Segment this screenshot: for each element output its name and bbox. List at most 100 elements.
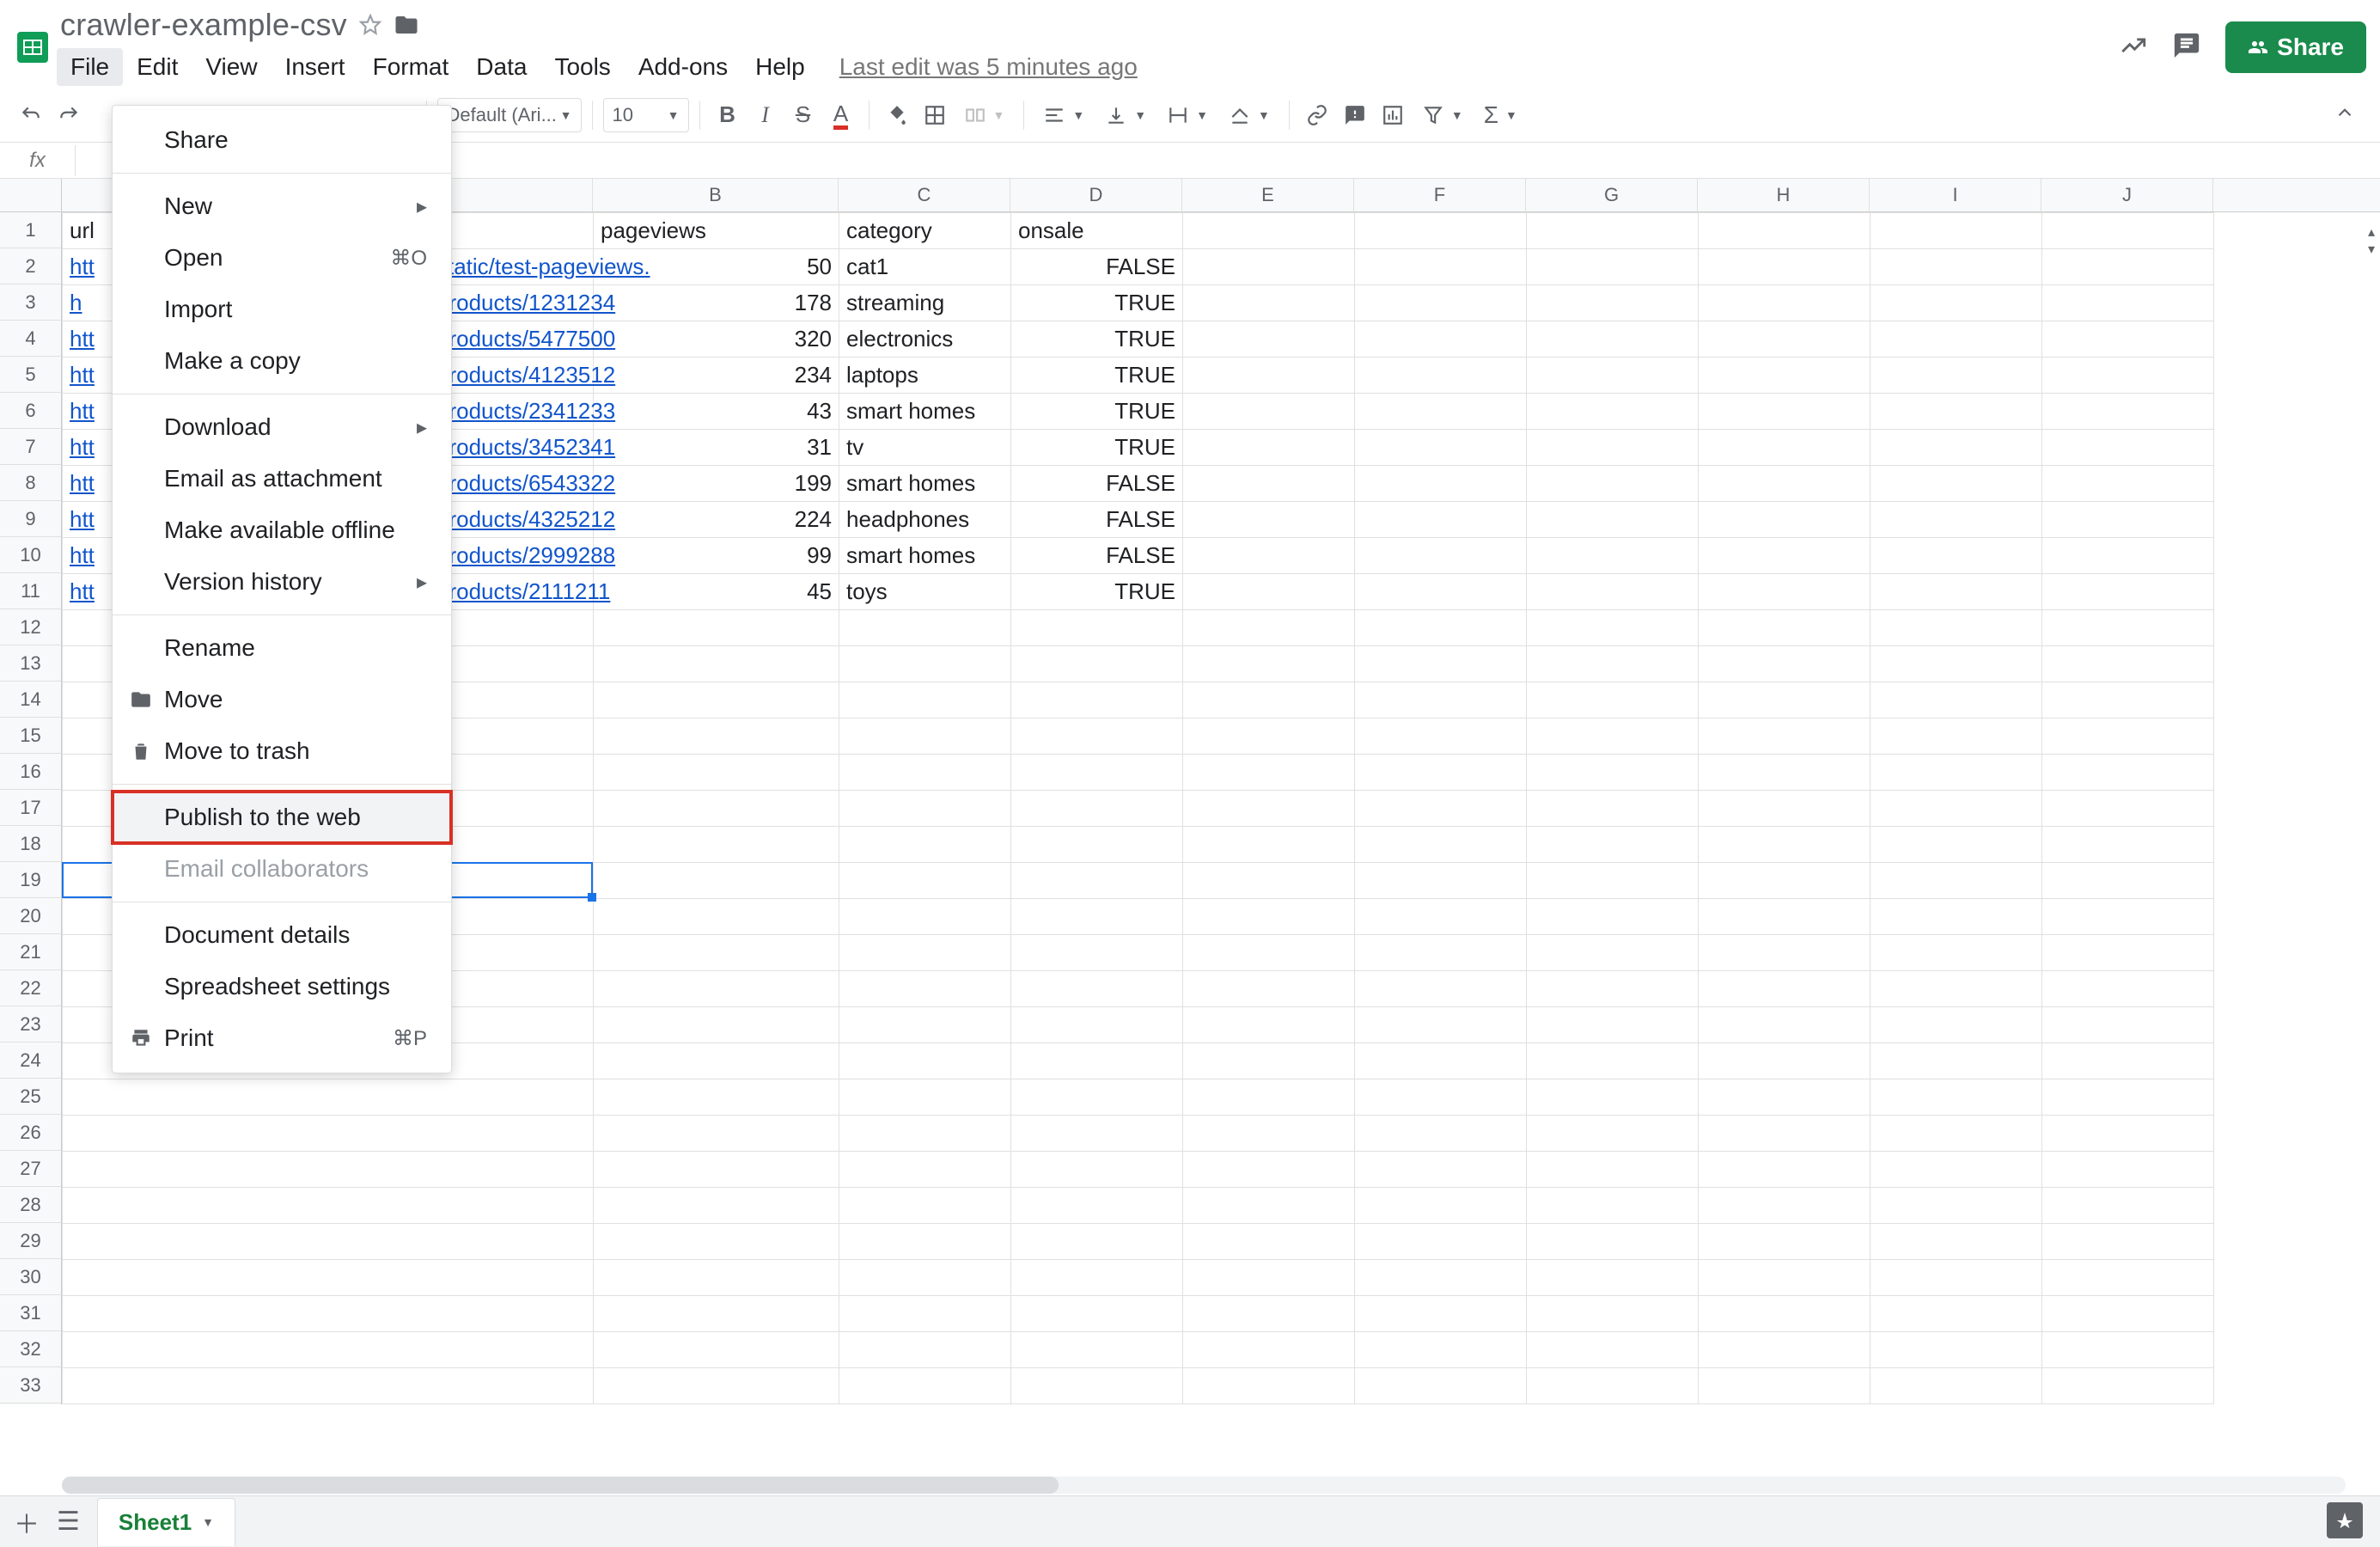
text-wrap-button[interactable]: ▼ [1158, 98, 1217, 132]
cell[interactable]: smart homes [839, 538, 1011, 574]
cell[interactable] [2042, 285, 2214, 321]
cell[interactable] [2042, 971, 2214, 1007]
explore-trend-icon[interactable] [2119, 31, 2148, 64]
cell[interactable] [1183, 538, 1355, 574]
cell[interactable] [1011, 682, 1183, 718]
cell[interactable] [2042, 502, 2214, 538]
cell[interactable] [2042, 899, 2214, 935]
sheets-logo[interactable] [10, 16, 55, 78]
cell[interactable] [1699, 1260, 1870, 1296]
cell[interactable] [1355, 430, 1527, 466]
file-menu-new[interactable]: New▸ [113, 180, 451, 232]
cell[interactable] [594, 791, 839, 827]
menu-tools[interactable]: Tools [540, 48, 624, 86]
cell[interactable] [1183, 610, 1355, 646]
file-menu-make-offline[interactable]: Make available offline [113, 504, 451, 556]
cell[interactable] [1870, 1188, 2042, 1224]
cell[interactable] [1183, 466, 1355, 502]
column-header[interactable]: G [1526, 179, 1698, 211]
cell[interactable] [2042, 1260, 2214, 1296]
redo-button[interactable] [52, 98, 86, 132]
cell[interactable] [1699, 791, 1870, 827]
cell[interactable] [1527, 574, 1699, 610]
cell[interactable] [1699, 1188, 1870, 1224]
cell[interactable] [1355, 285, 1527, 321]
cell[interactable] [1699, 827, 1870, 863]
row-header[interactable]: 24 [0, 1043, 61, 1079]
cell[interactable] [839, 899, 1011, 935]
row-header[interactable]: 30 [0, 1259, 61, 1295]
cell[interactable] [1183, 1368, 1355, 1404]
cell[interactable] [839, 1296, 1011, 1332]
cell[interactable] [1699, 538, 1870, 574]
cell[interactable] [63, 1116, 594, 1152]
cell[interactable] [1355, 249, 1527, 285]
cell[interactable] [1355, 935, 1527, 971]
cell[interactable] [1870, 1116, 2042, 1152]
share-button[interactable]: Share [2225, 21, 2366, 73]
cell[interactable] [1183, 1260, 1355, 1296]
cell[interactable] [1011, 1043, 1183, 1079]
cell[interactable] [594, 646, 839, 682]
cell[interactable] [594, 1188, 839, 1224]
cell[interactable] [1870, 682, 2042, 718]
file-menu-version-history[interactable]: Version history▸ [113, 556, 451, 608]
cell[interactable] [1011, 827, 1183, 863]
cell[interactable] [1870, 1079, 2042, 1116]
cell[interactable] [839, 718, 1011, 755]
select-all-corner[interactable] [0, 179, 62, 211]
cell[interactable] [1527, 1043, 1699, 1079]
horizontal-align-button[interactable]: ▼ [1034, 98, 1093, 132]
cell[interactable] [1355, 1079, 1527, 1116]
cell[interactable] [1183, 682, 1355, 718]
cell[interactable] [1699, 718, 1870, 755]
cell[interactable] [1527, 502, 1699, 538]
cell[interactable] [1870, 1368, 2042, 1404]
cell[interactable] [1870, 466, 2042, 502]
all-sheets-button[interactable]: ☰ [57, 1507, 80, 1537]
cell[interactable] [1870, 213, 2042, 249]
cell[interactable] [594, 1116, 839, 1152]
menu-format[interactable]: Format [359, 48, 463, 86]
cell[interactable] [63, 1368, 594, 1404]
text-color-button[interactable]: A [824, 98, 858, 132]
cell[interactable] [594, 1296, 839, 1332]
cell[interactable]: 320 [594, 321, 839, 358]
cell[interactable] [1870, 538, 2042, 574]
cell[interactable] [839, 646, 1011, 682]
cell[interactable]: tv [839, 430, 1011, 466]
cell[interactable] [839, 971, 1011, 1007]
cell[interactable] [1699, 394, 1870, 430]
row-header[interactable]: 10 [0, 537, 61, 573]
cell[interactable] [594, 1368, 839, 1404]
column-header[interactable]: I [1870, 179, 2041, 211]
cell[interactable]: 178 [594, 285, 839, 321]
row-header[interactable]: 27 [0, 1151, 61, 1187]
insert-chart-button[interactable] [1376, 98, 1410, 132]
cell[interactable] [1183, 321, 1355, 358]
insert-comment-button[interactable] [1338, 98, 1372, 132]
collapse-toolbar-button[interactable] [2334, 101, 2373, 129]
text-rotation-button[interactable]: ▼ [1220, 98, 1278, 132]
cell[interactable] [1527, 610, 1699, 646]
row-header[interactable]: 5 [0, 357, 61, 393]
cell[interactable] [1527, 1079, 1699, 1116]
cell[interactable] [1183, 899, 1355, 935]
cell[interactable] [594, 1043, 839, 1079]
cell[interactable] [1183, 827, 1355, 863]
column-header[interactable]: B [593, 179, 839, 211]
cell[interactable]: TRUE [1011, 358, 1183, 394]
cell[interactable] [839, 827, 1011, 863]
cell[interactable] [1011, 755, 1183, 791]
strikethrough-button[interactable]: S [786, 98, 821, 132]
cell[interactable] [1355, 538, 1527, 574]
row-header[interactable]: 1 [0, 212, 61, 248]
file-menu-rename[interactable]: Rename [113, 622, 451, 674]
cell[interactable] [2042, 574, 2214, 610]
row-header[interactable]: 22 [0, 970, 61, 1006]
row-header[interactable]: 11 [0, 573, 61, 609]
cell[interactable] [1870, 718, 2042, 755]
cell[interactable] [1355, 1260, 1527, 1296]
cell[interactable] [1699, 1224, 1870, 1260]
cell[interactable] [1699, 358, 1870, 394]
